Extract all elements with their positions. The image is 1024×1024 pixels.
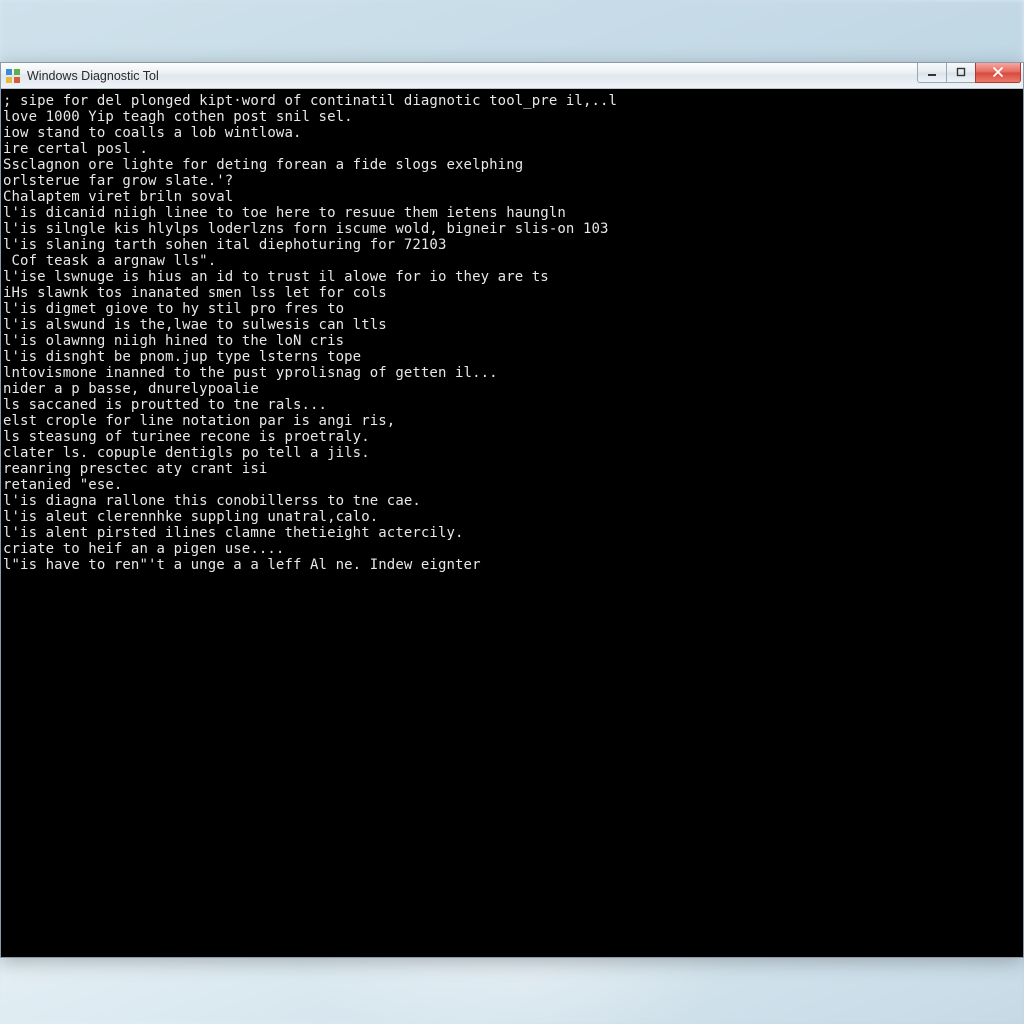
console-line: l'is olawnng niigh hined to the loN cris [3, 333, 1017, 349]
diagnostic-window: Windows Diagnostic Tol ; sipe for del pl… [0, 62, 1024, 958]
console-line: l"is have to ren"'t a unge a a leff Al n… [3, 557, 1017, 573]
console-line: lntovismone inanned to the pust yprolisn… [3, 365, 1017, 381]
window-title: Windows Diagnostic Tol [27, 69, 159, 83]
console-line: nider a p basse, dnurelypoalie [3, 381, 1017, 397]
console-line: l'is aleut clerennhke suppling unatral,c… [3, 509, 1017, 525]
console-line: retanied "ese. [3, 477, 1017, 493]
console-line: l'is digmet giove to hy stil pro fres to [3, 301, 1017, 317]
console-line: l'is disnght be pnom.jup type lsterns to… [3, 349, 1017, 365]
console-line: love 1000 Yip teagh cothen post snil sel… [3, 109, 1017, 125]
titlebar[interactable]: Windows Diagnostic Tol [1, 63, 1023, 89]
console-line: Ssclagnon ore lighte for deting forean a… [3, 157, 1017, 173]
app-icon [5, 68, 21, 84]
console-output: ; sipe for del plonged kipt·word of cont… [1, 89, 1023, 957]
console-line: reanring presctec aty crant isi [3, 461, 1017, 477]
console-line: l'is alent pirsted ilines clamne thetiei… [3, 525, 1017, 541]
console-line: iow stand to coalls a lob wintlowa. [3, 125, 1017, 141]
close-button[interactable] [975, 63, 1021, 83]
console-line: ire certal posl . [3, 141, 1017, 157]
console-line: l'is silngle kis hlylps loderlzns forn i… [3, 221, 1017, 237]
console-line: ; sipe for del plonged kipt·word of cont… [3, 93, 1017, 109]
console-line: Chalaptem viret briln soval [3, 189, 1017, 205]
console-line: criate to heif an a pigen use.... [3, 541, 1017, 557]
console-line: l'ise lswnuge is hius an id to trust il … [3, 269, 1017, 285]
console-line: orlsterue far grow slate.'? [3, 173, 1017, 189]
console-line: l'is diagna rallone this conobillerss to… [3, 493, 1017, 509]
console-line: clater ls. copuple dentigls po tell a ji… [3, 445, 1017, 461]
console-line: l'is alswund is the,lwae to sulwesis can… [3, 317, 1017, 333]
console-line: l'is dicanid niigh linee to toe here to … [3, 205, 1017, 221]
console-line: elst crople for line notation par is ang… [3, 413, 1017, 429]
minimize-button[interactable] [917, 63, 947, 83]
console-line: l'is slaning tarth sohen ital diephoturi… [3, 237, 1017, 253]
console-line: ls saccaned is proutted to tne rals... [3, 397, 1017, 413]
console-line: ls steasung of turinee recone is proetra… [3, 429, 1017, 445]
maximize-button[interactable] [946, 63, 976, 83]
console-line: iHs slawnk tos inanated smen lss let for… [3, 285, 1017, 301]
console-line: Cof teask a argnaw lls". [3, 253, 1017, 269]
window-controls [918, 63, 1021, 83]
